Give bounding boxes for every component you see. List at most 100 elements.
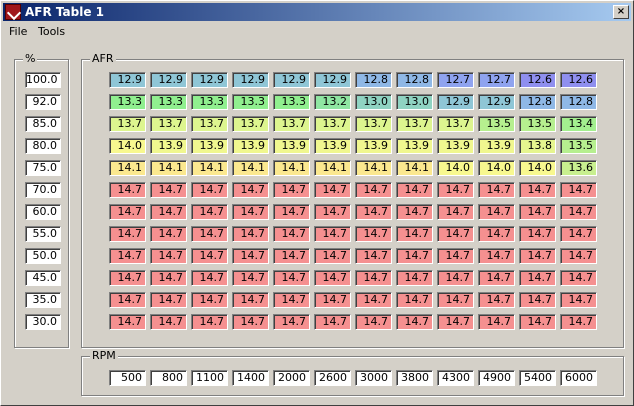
afr-cell[interactable]: 14.7 xyxy=(396,248,433,264)
afr-cell[interactable]: 14.7 xyxy=(109,292,146,308)
afr-cell[interactable]: 13.9 xyxy=(273,138,310,154)
afr-cell[interactable]: 14.7 xyxy=(109,204,146,220)
load-percent-field[interactable]: 50.0 xyxy=(25,248,61,264)
afr-cell[interactable]: 14.1 xyxy=(273,160,310,176)
afr-cell[interactable]: 14.7 xyxy=(273,270,310,286)
afr-cell[interactable]: 14.7 xyxy=(273,248,310,264)
rpm-field[interactable]: 3800 xyxy=(396,370,433,386)
afr-cell[interactable]: 13.3 xyxy=(191,94,228,110)
afr-cell[interactable]: 14.7 xyxy=(478,182,515,198)
load-percent-field[interactable]: 35.0 xyxy=(25,292,61,308)
afr-cell[interactable]: 13.9 xyxy=(150,138,187,154)
afr-cell[interactable]: 14.7 xyxy=(273,182,310,198)
afr-cell[interactable]: 12.6 xyxy=(560,72,597,88)
rpm-field[interactable]: 3000 xyxy=(355,370,392,386)
afr-cell[interactable]: 14.7 xyxy=(437,270,474,286)
afr-cell[interactable]: 14.7 xyxy=(560,292,597,308)
afr-cell[interactable]: 12.6 xyxy=(519,72,556,88)
afr-cell[interactable]: 14.7 xyxy=(478,226,515,242)
load-percent-field[interactable]: 70.0 xyxy=(25,182,61,198)
afr-cell[interactable]: 14.1 xyxy=(396,160,433,176)
rpm-field[interactable]: 5400 xyxy=(519,370,556,386)
title-bar[interactable]: AFR Table 1 × xyxy=(3,3,631,21)
menu-file[interactable]: File xyxy=(9,25,27,38)
rpm-field[interactable]: 6000 xyxy=(560,370,597,386)
afr-cell[interactable]: 14.7 xyxy=(478,270,515,286)
afr-cell[interactable]: 14.7 xyxy=(150,270,187,286)
afr-cell[interactable]: 14.7 xyxy=(109,248,146,264)
afr-cell[interactable]: 13.7 xyxy=(314,116,351,132)
afr-cell[interactable]: 14.7 xyxy=(519,226,556,242)
rpm-field[interactable]: 1100 xyxy=(191,370,228,386)
afr-cell[interactable]: 14.0 xyxy=(478,160,515,176)
afr-cell[interactable]: 14.7 xyxy=(232,270,269,286)
afr-cell[interactable]: 14.7 xyxy=(109,314,146,330)
load-percent-field[interactable]: 92.0 xyxy=(25,94,61,110)
rpm-field[interactable]: 2000 xyxy=(273,370,310,386)
afr-cell[interactable]: 12.9 xyxy=(273,72,310,88)
afr-cell[interactable]: 13.7 xyxy=(396,116,433,132)
afr-cell[interactable]: 14.7 xyxy=(232,248,269,264)
afr-cell[interactable]: 14.7 xyxy=(478,292,515,308)
afr-cell[interactable]: 14.1 xyxy=(191,160,228,176)
afr-cell[interactable]: 14.7 xyxy=(519,292,556,308)
afr-cell[interactable]: 14.7 xyxy=(396,292,433,308)
afr-cell[interactable]: 14.7 xyxy=(355,226,392,242)
afr-cell[interactable]: 12.8 xyxy=(396,72,433,88)
afr-cell[interactable]: 14.7 xyxy=(109,226,146,242)
afr-cell[interactable]: 14.7 xyxy=(314,248,351,264)
afr-cell[interactable]: 14.7 xyxy=(478,248,515,264)
load-percent-field[interactable]: 80.0 xyxy=(25,138,61,154)
afr-cell[interactable]: 14.7 xyxy=(396,204,433,220)
afr-cell[interactable]: 14.7 xyxy=(191,314,228,330)
afr-cell[interactable]: 14.7 xyxy=(150,292,187,308)
rpm-field[interactable]: 4300 xyxy=(437,370,474,386)
afr-cell[interactable]: 13.7 xyxy=(273,116,310,132)
afr-cell[interactable]: 13.7 xyxy=(109,116,146,132)
menu-tools[interactable]: Tools xyxy=(38,25,65,38)
afr-cell[interactable]: 14.7 xyxy=(437,226,474,242)
afr-cell[interactable]: 14.7 xyxy=(478,314,515,330)
afr-cell[interactable]: 14.7 xyxy=(232,204,269,220)
load-percent-field[interactable]: 30.0 xyxy=(25,314,61,330)
afr-cell[interactable]: 14.7 xyxy=(109,182,146,198)
afr-cell[interactable]: 14.7 xyxy=(314,314,351,330)
afr-cell[interactable]: 14.7 xyxy=(273,292,310,308)
afr-cell[interactable]: 14.7 xyxy=(191,204,228,220)
afr-cell[interactable]: 13.3 xyxy=(109,94,146,110)
afr-cell[interactable]: 14.1 xyxy=(109,160,146,176)
afr-cell[interactable]: 14.7 xyxy=(314,204,351,220)
afr-cell[interactable]: 12.7 xyxy=(478,72,515,88)
afr-cell[interactable]: 13.7 xyxy=(437,116,474,132)
afr-cell[interactable]: 14.7 xyxy=(560,270,597,286)
afr-cell[interactable]: 12.7 xyxy=(437,72,474,88)
rpm-field[interactable]: 500 xyxy=(109,370,146,386)
afr-cell[interactable]: 14.7 xyxy=(150,248,187,264)
afr-cell[interactable]: 13.4 xyxy=(560,116,597,132)
afr-cell[interactable]: 14.7 xyxy=(355,270,392,286)
afr-cell[interactable]: 14.1 xyxy=(232,160,269,176)
afr-cell[interactable]: 14.7 xyxy=(314,292,351,308)
afr-cell[interactable]: 14.7 xyxy=(191,270,228,286)
afr-cell[interactable]: 14.7 xyxy=(232,314,269,330)
afr-cell[interactable]: 12.8 xyxy=(519,94,556,110)
afr-cell[interactable]: 13.0 xyxy=(355,94,392,110)
afr-cell[interactable]: 14.1 xyxy=(150,160,187,176)
afr-cell[interactable]: 12.9 xyxy=(191,72,228,88)
load-percent-field[interactable]: 60.0 xyxy=(25,204,61,220)
afr-cell[interactable]: 14.7 xyxy=(396,270,433,286)
afr-cell[interactable]: 14.7 xyxy=(355,204,392,220)
afr-cell[interactable]: 12.9 xyxy=(232,72,269,88)
afr-cell[interactable]: 13.9 xyxy=(191,138,228,154)
afr-cell[interactable]: 14.7 xyxy=(109,270,146,286)
afr-cell[interactable]: 14.7 xyxy=(560,314,597,330)
afr-cell[interactable]: 13.7 xyxy=(355,116,392,132)
rpm-field[interactable]: 2600 xyxy=(314,370,351,386)
afr-cell[interactable]: 14.7 xyxy=(191,226,228,242)
afr-cell[interactable]: 14.7 xyxy=(355,248,392,264)
afr-cell[interactable]: 14.7 xyxy=(314,226,351,242)
afr-cell[interactable]: 14.7 xyxy=(519,270,556,286)
afr-cell[interactable]: 14.7 xyxy=(150,204,187,220)
afr-cell[interactable]: 13.7 xyxy=(191,116,228,132)
afr-cell[interactable]: 14.0 xyxy=(109,138,146,154)
